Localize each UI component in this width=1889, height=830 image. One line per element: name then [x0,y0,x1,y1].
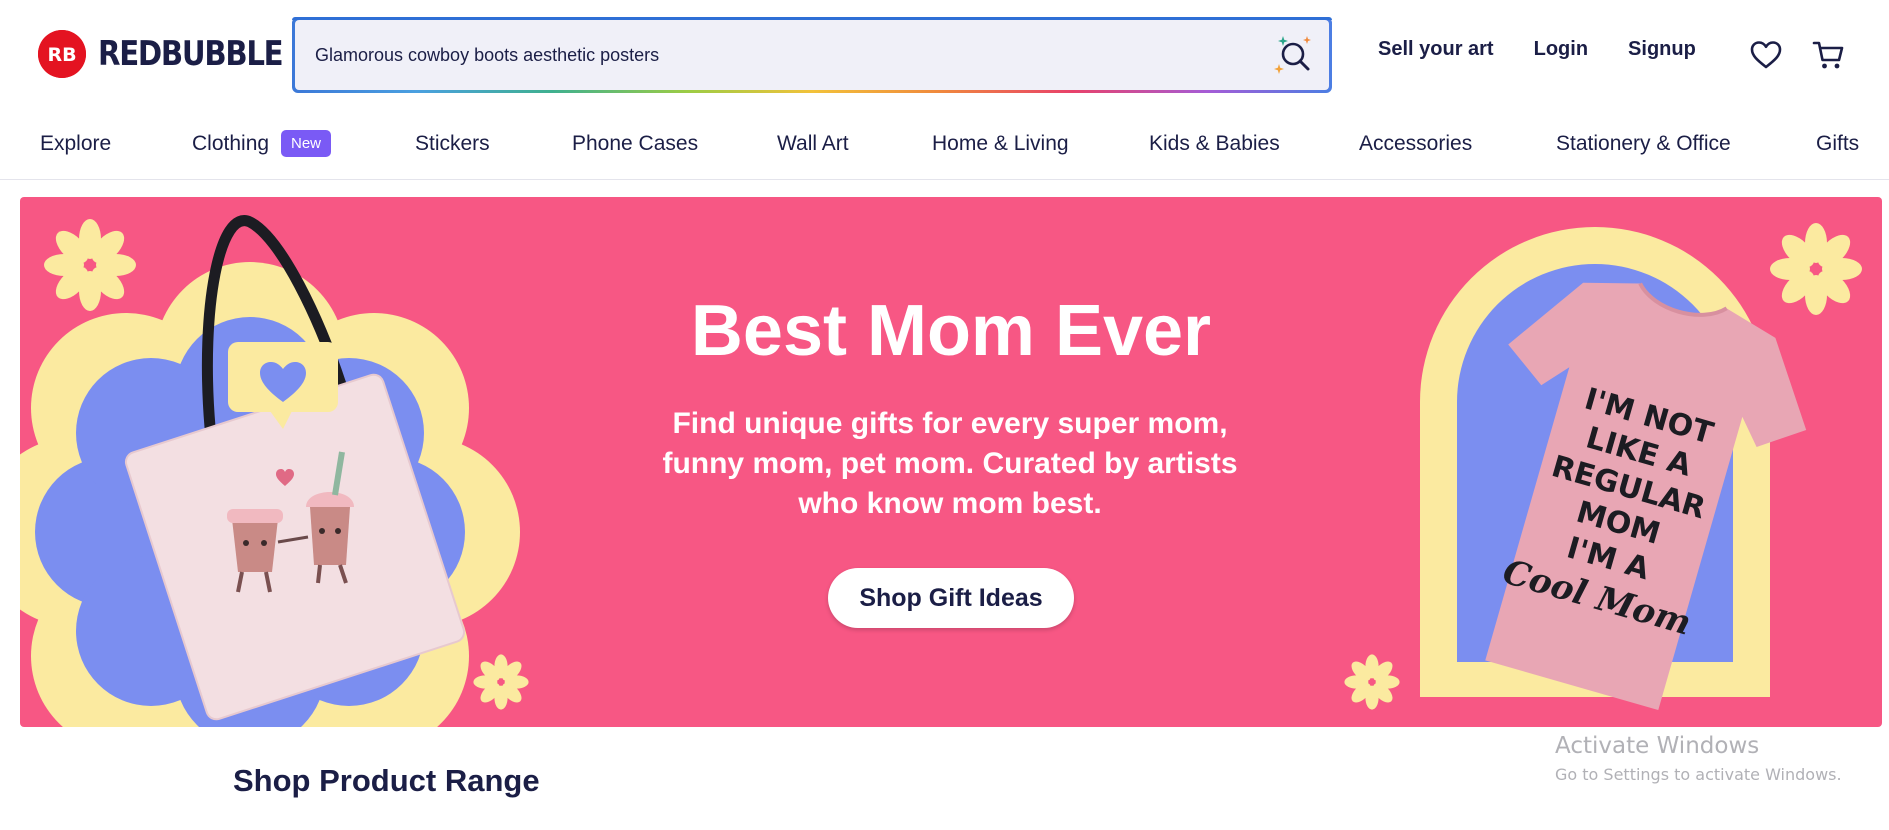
login-link[interactable]: Login [1534,38,1588,61]
search-bar [292,17,1332,93]
search-button[interactable] [1271,32,1315,78]
nav-clothing[interactable]: Clothing [192,132,269,156]
hero-banner[interactable]: I'M NOT LIKE A REGULAR MOM I'M A Cool Mo… [20,197,1882,727]
nav-explore[interactable]: Explore [40,132,111,156]
nav-stickers[interactable]: Stickers [415,132,490,156]
heart-icon [1750,41,1782,69]
logo-mark-icon: RB [38,30,86,78]
nav-stationery-office[interactable]: Stationery & Office [1556,132,1731,156]
hero-title: Best Mom Ever [690,291,1212,371]
site-header: RB REDBUBBLE Sell your art Login Signup [0,0,1889,108]
sell-your-art-link[interactable]: Sell your art [1378,38,1494,61]
nav-wall-art[interactable]: Wall Art [777,132,849,156]
signup-link[interactable]: Signup [1628,38,1696,61]
nav-accessories[interactable]: Accessories [1359,132,1472,156]
redbubble-logo[interactable]: RB REDBUBBLE [38,30,312,78]
svg-text:RB: RB [47,44,76,66]
nav-home-living[interactable]: Home & Living [932,132,1069,156]
logo-wordmark: REDBUBBLE [98,34,284,74]
search-input[interactable] [315,20,1235,90]
activate-windows-watermark: Activate Windows Go to Settings to activ… [1555,733,1842,784]
category-nav: Explore Clothing New Stickers Phone Case… [0,118,1889,180]
nav-gifts[interactable]: Gifts [1816,132,1859,156]
wishlist-button[interactable] [1749,38,1783,72]
cart-icon [1812,41,1844,69]
shop-gift-ideas-button[interactable]: Shop Gift Ideas [828,568,1074,628]
nav-kids-babies[interactable]: Kids & Babies [1149,132,1280,156]
hero-description: Find unique gifts for every super mom, f… [662,407,1238,520]
new-badge: New [281,130,332,157]
watermark-subtitle: Go to Settings to activate Windows. [1555,765,1842,784]
nav-phone-cases[interactable]: Phone Cases [572,132,698,156]
shop-product-range-heading: Shop Product Range [233,763,540,798]
search-sparkle-icon [1274,36,1311,74]
account-links: Sell your art Login Signup [1378,38,1736,61]
watermark-title: Activate Windows [1555,733,1760,759]
cart-button[interactable] [1812,38,1846,72]
